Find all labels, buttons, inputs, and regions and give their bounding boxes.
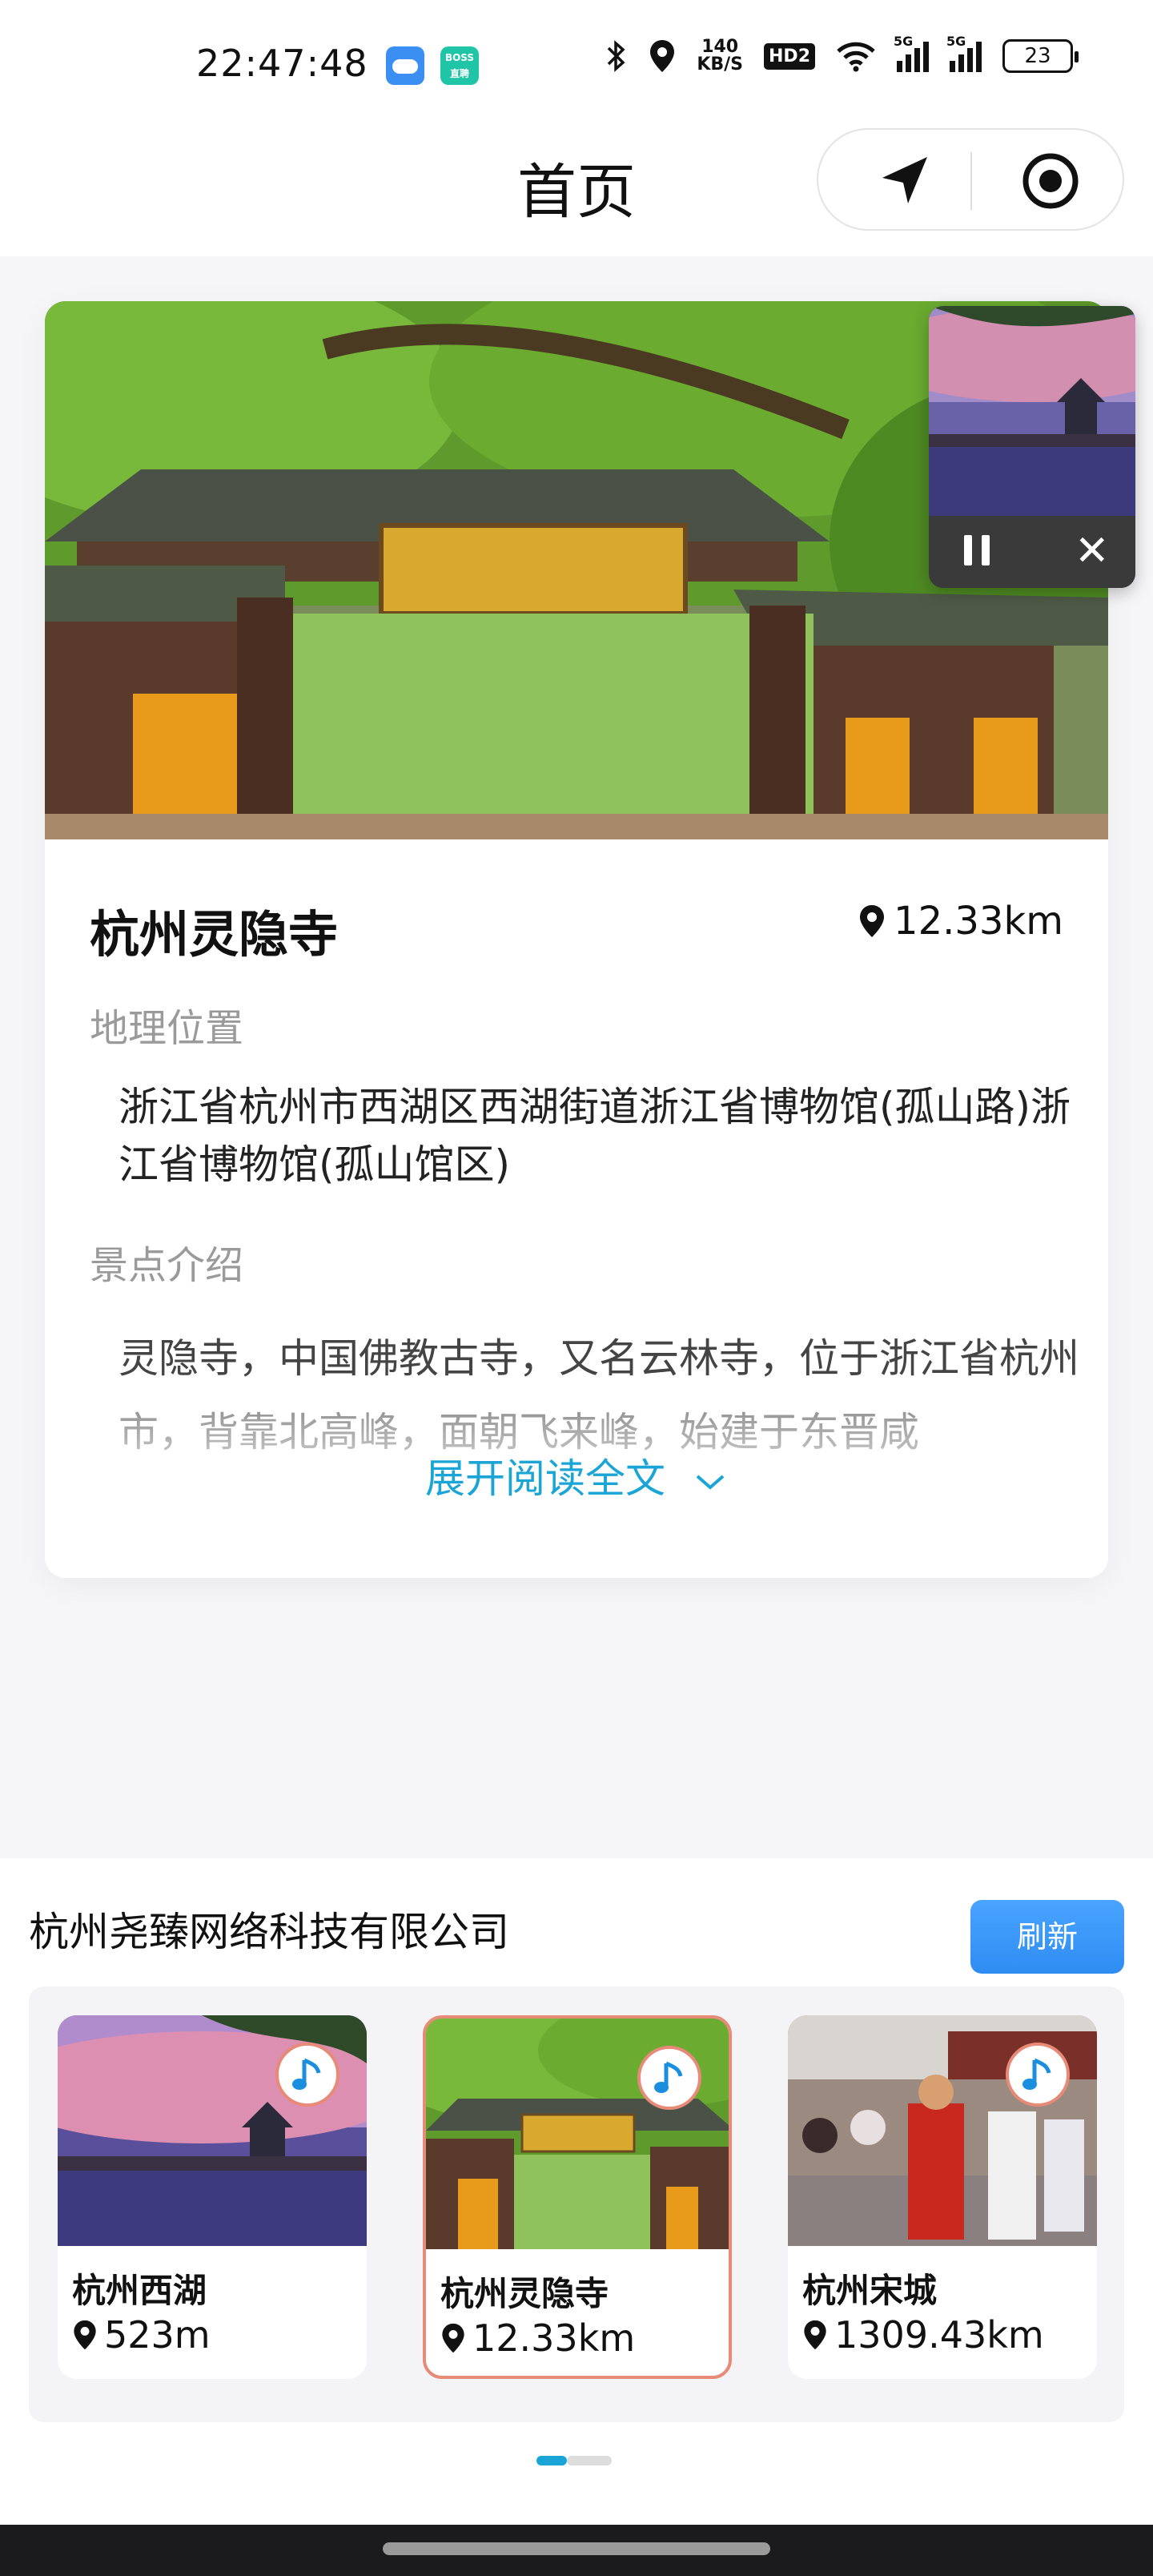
spot-card-song-city[interactable]: 杭州宋城 1309.43km (788, 2015, 1097, 2379)
miniprogram-capsule (817, 128, 1124, 231)
address-label: 地理位置 (90, 1006, 244, 1051)
pause-icon[interactable] (964, 535, 993, 567)
spot-card-west-lake[interactable]: 杭州西湖 523m (58, 2015, 367, 2379)
record-target-icon[interactable] (1020, 151, 1081, 211)
page-dot-active (536, 2456, 567, 2465)
mini-player-controls: ✕ (929, 516, 1135, 588)
boss-app-icon: BOSS 直聘 (440, 46, 479, 85)
battery-indicator: 23 (1002, 39, 1079, 73)
net-speed: 140 KB/S (697, 37, 744, 74)
spot-image (58, 2015, 367, 2246)
spot-distance: 523m (72, 2313, 211, 2357)
capsule-divider (970, 152, 972, 210)
status-time: 22:47:48 (196, 42, 368, 85)
company-name: 杭州尧臻网络科技有限公司 (29, 1909, 509, 1955)
wifi-icon (837, 42, 875, 72)
intro-label: 景点介绍 (90, 1243, 244, 1288)
bluetooth-icon (608, 40, 625, 72)
music-note-icon[interactable] (1006, 2043, 1070, 2107)
refresh-button[interactable]: 刷新 (970, 1900, 1124, 1974)
expand-label: 展开阅读全文 (425, 1455, 666, 1502)
expand-read-more-button[interactable]: 展开阅读全文 (45, 1447, 1108, 1504)
spot-distance: 12.33km (440, 2316, 635, 2360)
nav-bar: 首页 (0, 128, 1153, 256)
spot-name: 杭州灵隐寺 (440, 2274, 609, 2313)
map-pin-icon (74, 2320, 96, 2350)
mini-audio-player[interactable]: ✕ (929, 306, 1135, 588)
chevron-down-icon (696, 1474, 725, 1490)
address-text: 浙江省杭州市西湖区西湖街道浙江省博物馆(孤山路)浙江省博物馆(孤山馆区) (119, 1084, 1071, 1188)
spot-card-lingyin-temple[interactable]: 杭州灵隐寺 12.33km (423, 2015, 732, 2379)
spot-name: 杭州西湖 (72, 2271, 207, 2310)
map-pin-icon (804, 2320, 826, 2350)
spot-image (426, 2019, 729, 2249)
status-indicators: 140 KB/S HD2 5G 5G 23 (605, 34, 1079, 74)
home-indicator[interactable] (383, 2542, 770, 2555)
location-status-icon (650, 40, 675, 72)
spot-distance-value: 1309.43km (834, 2313, 1044, 2357)
carousel-pagination (536, 2456, 612, 2465)
music-note-icon[interactable] (275, 2043, 339, 2107)
map-pin-icon (442, 2323, 464, 2353)
hd-badge: HD2 (764, 42, 815, 70)
weather-app-icon (386, 46, 424, 85)
spot-image (788, 2015, 1097, 2246)
spot-distance-value: 523m (104, 2313, 211, 2357)
distance-value: 12.33km (894, 899, 1063, 944)
status-bar: 22:47:48 BOSS 直聘 140 KB/S HD2 5G 5G 23 (0, 0, 1153, 128)
map-pin-icon (860, 905, 885, 937)
location-arrow-icon[interactable] (874, 151, 935, 211)
west-lake-thumbnail (929, 306, 1135, 516)
attraction-title: 杭州灵隐寺 (90, 905, 339, 964)
signal-icon-1: 5G (894, 34, 929, 72)
spot-distance: 1309.43km (802, 2313, 1044, 2357)
signal-icon-2: 5G (946, 34, 982, 72)
nearby-spots-panel: 杭州尧臻网络科技有限公司 刷新 杭州西湖 523m 杭州灵隐寺 12.33km … (0, 1858, 1153, 2525)
page-dot (567, 2456, 612, 2465)
music-note-icon[interactable] (637, 2046, 701, 2110)
attraction-distance: 12.33km (858, 899, 1063, 944)
system-navigation-bar (0, 2525, 1153, 2576)
close-icon[interactable]: ✕ (1075, 527, 1110, 575)
spot-name: 杭州宋城 (802, 2271, 938, 2310)
spot-distance-value: 12.33km (472, 2316, 636, 2360)
